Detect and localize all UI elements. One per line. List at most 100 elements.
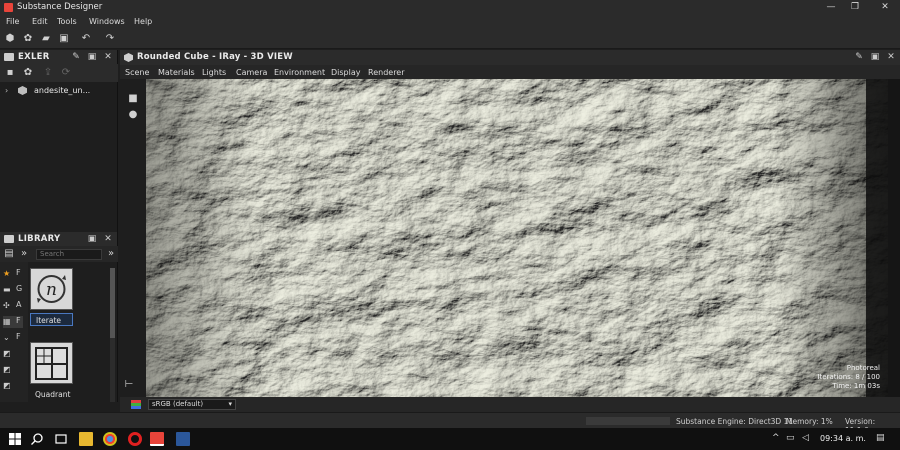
task-view-icon[interactable] xyxy=(54,432,68,446)
view-menu-lights[interactable]: Lights xyxy=(202,68,226,77)
close-button[interactable]: ✕ xyxy=(872,1,898,13)
layers-icon[interactable] xyxy=(130,399,142,410)
explorer-title: EXLER xyxy=(18,52,50,62)
graph-icon: ▬ xyxy=(3,285,11,294)
float-icon[interactable]: ▣ xyxy=(86,51,98,63)
opera-icon[interactable] xyxy=(128,432,142,446)
menu-file[interactable]: File xyxy=(6,17,19,26)
view-menu-camera[interactable]: Camera xyxy=(236,68,267,77)
subcategory-3[interactable]: ◩ xyxy=(3,380,23,392)
search-icon[interactable] xyxy=(30,432,44,446)
reload-icon[interactable]: ⟳ xyxy=(60,67,72,79)
render-mode: Photoreal xyxy=(846,364,880,372)
iterate-thumbnail[interactable]: n xyxy=(30,268,73,310)
node-icon: ◩ xyxy=(3,349,11,358)
library-scrollbar[interactable] xyxy=(110,268,115,402)
view-menu-materials[interactable]: Materials xyxy=(158,68,195,77)
notifications-icon[interactable]: ▤ xyxy=(876,433,885,443)
scrollbar-thumb[interactable] xyxy=(110,268,115,338)
expand-icon[interactable]: » xyxy=(18,248,30,260)
category-function[interactable]: ▦ F xyxy=(3,316,23,328)
quadrant-icon xyxy=(35,347,68,380)
explorer-panel: EXLER ✎ ▣ ✕ ▪ ✿ ⇪ ⟳ › andesite_un... ⊢ i xyxy=(0,50,118,282)
speaker-icon[interactable]: ◁ xyxy=(802,433,809,443)
explorer-toolbar: ▪ ✿ ⇪ ⟳ xyxy=(0,64,118,82)
close-panel-icon[interactable]: ✕ xyxy=(102,233,114,245)
rock-render xyxy=(146,79,888,397)
subcategory-1[interactable]: ◩ xyxy=(3,348,23,360)
quadrant-label[interactable]: Quadrant xyxy=(30,388,73,401)
float-icon[interactable]: ▣ xyxy=(869,51,881,63)
taskbar-clock[interactable]: 09:34 a. m. xyxy=(820,434,866,443)
undo-icon[interactable]: ↶ xyxy=(80,33,92,45)
node-icon: ◩ xyxy=(3,381,11,390)
new-graph-icon[interactable]: ✿ xyxy=(22,33,34,45)
chevron-down-icon: ⌄ xyxy=(3,333,10,342)
library-categories: ★ F ▬ G ✣ A ▦ F ⌄ F ◩ ◩ ◩ xyxy=(0,262,28,402)
file-explorer-icon[interactable] xyxy=(79,432,93,446)
substance-taskbar-icon[interactable] xyxy=(150,432,164,446)
main-toolbar: ⬢ ✿ ▰ ▣ ↶ ↷ xyxy=(0,29,900,49)
tree-icon[interactable]: ⊢ xyxy=(123,379,135,391)
substance-app-icon xyxy=(4,3,13,12)
menu-windows[interactable]: Windows xyxy=(89,17,125,26)
search-input[interactable]: Search xyxy=(36,249,102,260)
category-atomic[interactable]: ✣ A xyxy=(3,300,23,312)
category-graph[interactable]: ▬ G xyxy=(3,284,23,296)
float-icon[interactable]: ▣ xyxy=(86,233,98,245)
redo-icon[interactable]: ↷ xyxy=(104,33,116,45)
filter-icon[interactable]: ▤ xyxy=(3,248,15,260)
publish-icon[interactable]: ⇪ xyxy=(42,67,54,79)
status-bar: Substance Engine: Direct3D 11 Memory: 1%… xyxy=(0,412,900,435)
save-all-icon[interactable]: ▣ xyxy=(58,33,70,45)
menu-bar: File Edit Tools Windows Help xyxy=(0,15,900,29)
package-label[interactable]: andesite_un... xyxy=(34,86,90,95)
render-info-overlay: Photoreal Iterations: 8 / 100 Time: 1m 0… xyxy=(730,364,880,391)
pin-icon[interactable]: ✎ xyxy=(70,51,82,63)
library-icon xyxy=(4,235,14,243)
new-graph-icon[interactable]: ✿ xyxy=(22,67,34,79)
view-menu-environment[interactable]: Environment xyxy=(274,68,325,77)
word-icon[interactable] xyxy=(176,432,190,446)
chevron-up-icon[interactable]: ^ xyxy=(772,433,780,443)
menu-tools[interactable]: Tools xyxy=(57,17,77,26)
library-header: LIBRARY ▣ ✕ xyxy=(0,232,117,246)
3d-viewport[interactable]: Photoreal Iterations: 8 / 100 Time: 1m 0… xyxy=(146,79,888,397)
camera-icon[interactable]: ■ xyxy=(127,93,139,105)
menu-help[interactable]: Help xyxy=(134,17,152,26)
close-panel-icon[interactable]: ✕ xyxy=(102,51,114,63)
menu-edit[interactable]: Edit xyxy=(32,17,48,26)
windows-start-icon[interactable] xyxy=(8,432,22,446)
iterate-label[interactable]: Iterate xyxy=(30,313,73,326)
chrome-icon[interactable] xyxy=(103,432,117,446)
light-bulb-icon[interactable]: ● xyxy=(127,109,139,121)
save-icon[interactable]: ▪ xyxy=(4,67,16,79)
new-package-icon[interactable]: ⬢ xyxy=(4,33,16,45)
explorer-icon xyxy=(4,53,14,61)
chevron-down-icon: ▾ xyxy=(228,400,232,408)
view-menu-bar: Scene Materials Lights Camera Environmen… xyxy=(120,65,900,79)
network-icon[interactable]: ▭ xyxy=(786,433,795,443)
pin-icon[interactable]: ✎ xyxy=(853,51,865,63)
maximize-button[interactable]: ❐ xyxy=(842,1,868,13)
taskbar: ^ ▭ ◁ 09:34 a. m. ▤ xyxy=(0,428,900,450)
close-panel-icon[interactable]: ✕ xyxy=(885,51,897,63)
subcategory-2[interactable]: ◩ xyxy=(3,364,23,376)
view-menu-renderer[interactable]: Renderer xyxy=(368,68,405,77)
viewport-edge xyxy=(888,79,900,397)
colorspace-select[interactable]: sRGB (default) ▾ xyxy=(148,399,236,410)
category-fx[interactable]: ⌄ F xyxy=(3,332,23,344)
category-favorites[interactable]: ★ F xyxy=(3,268,23,280)
expand-arrow-icon[interactable]: › xyxy=(5,86,8,95)
quadrant-thumbnail[interactable] xyxy=(30,342,73,384)
more-icon[interactable]: » xyxy=(105,248,117,260)
view-side-toolbar: ■ ● ⊢ xyxy=(120,79,146,397)
open-folder-icon[interactable]: ▰ xyxy=(40,33,52,45)
package-icon xyxy=(18,86,27,95)
view-header: Rounded Cube - IRay - 3D VIEW ✎ ▣ ✕ xyxy=(120,50,900,65)
library-search-row: ▤ » Search » xyxy=(0,246,118,262)
view-menu-scene[interactable]: Scene xyxy=(125,68,149,77)
minimize-button[interactable]: — xyxy=(818,1,844,13)
view-menu-display[interactable]: Display xyxy=(331,68,361,77)
list-item[interactable]: › andesite_un... xyxy=(0,84,118,98)
